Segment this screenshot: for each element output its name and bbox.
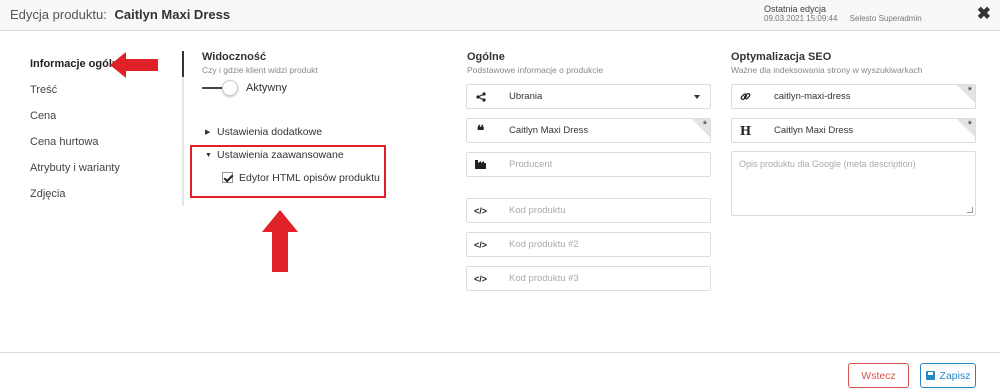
nav-item-content[interactable]: Treść <box>30 84 57 96</box>
annotation-arrow-left-icon <box>110 52 158 78</box>
additional-settings-expander[interactable]: ▶ Ustawienia dodatkowe <box>205 126 322 138</box>
modal-header: Edycja produktu: Caitlyn Maxi Dress Osta… <box>0 0 1000 31</box>
seo-heading-field[interactable]: H Caitlyn Maxi Dress * <box>731 118 976 143</box>
product-code-3-field[interactable]: </> Kod produktu #3 <box>466 266 711 291</box>
resize-handle-icon[interactable] <box>967 207 973 213</box>
seo-slug-field[interactable]: caitlyn-maxi-dress * <box>731 84 976 109</box>
html-editor-option[interactable]: Edytor HTML opisów produktu <box>222 172 380 184</box>
chevron-right-icon: ▶ <box>205 129 211 136</box>
visibility-subtitle: Czy i gdzie klient widzi produkt <box>202 65 318 75</box>
factory-icon <box>467 153 494 176</box>
last-edit-time: 15:09:44 <box>806 14 838 23</box>
nav-item-price[interactable]: Cena <box>30 110 56 122</box>
required-marker: * <box>957 85 975 103</box>
active-toggle-label: Aktywny <box>246 82 287 94</box>
nav-item-wholesale-price[interactable]: Cena hurtowa <box>30 136 99 148</box>
quote-icon: ❝ <box>476 122 485 138</box>
floppy-disk-icon <box>925 371 935 380</box>
title-prefix: Edycja produktu: <box>10 7 107 22</box>
category-select[interactable]: Ubrania <box>466 84 711 109</box>
nav-item-photos[interactable]: Zdjęcia <box>30 188 65 200</box>
code-icon: </> <box>473 239 487 250</box>
heading-icon: H <box>739 123 752 138</box>
save-button[interactable]: Zapisz <box>920 363 976 388</box>
producer-field[interactable]: Producent <box>466 152 711 177</box>
nav-divider <box>182 51 184 206</box>
active-toggle[interactable] <box>202 80 238 96</box>
html-editor-label: Edytor HTML opisów produktu <box>239 172 380 184</box>
product-code-placeholder: Kod produktu <box>509 205 566 216</box>
producer-placeholder: Producent <box>509 159 553 170</box>
advanced-settings-label: Ustawienia zaawansowane <box>217 149 344 161</box>
share-icon <box>467 85 494 108</box>
save-button-label: Zapisz <box>939 369 971 382</box>
product-code-3-placeholder: Kod produktu #3 <box>509 273 579 284</box>
last-edit-label: Ostatnia edycja <box>764 4 827 14</box>
product-code-field[interactable]: </> Kod produktu <box>466 198 711 223</box>
html-editor-checkbox[interactable] <box>222 172 233 183</box>
seo-heading-value: Caitlyn Maxi Dress <box>774 125 854 136</box>
back-button[interactable]: Wstecz <box>848 363 909 388</box>
product-name: Caitlyn Maxi Dress <box>114 7 231 22</box>
chevron-down-icon: ▼ <box>205 152 212 159</box>
last-edit-date: 09.03.2021 <box>764 14 805 23</box>
last-edit-user: Selesto Superadmin <box>849 14 922 23</box>
seo-title: Optymalizacja SEO <box>731 51 832 63</box>
general-subtitle: Podstawowe informacje o produkcie <box>467 65 604 75</box>
meta-description-textarea[interactable]: Opis produktu dla Google (meta descripti… <box>731 151 976 216</box>
required-marker: * <box>692 119 710 137</box>
seo-slug-value: caitlyn-maxi-dress <box>774 91 851 102</box>
category-value: Ubrania <box>509 91 543 102</box>
required-marker: * <box>957 119 975 137</box>
toggle-knob <box>222 80 238 96</box>
last-edit-info: Ostatnia edycja 09.03.2021 15:09:44 Sele… <box>764 4 922 24</box>
product-name-value: Caitlyn Maxi Dress <box>509 125 589 136</box>
meta-description-placeholder: Opis produktu dla Google (meta descripti… <box>739 159 916 169</box>
nav-item-attributes[interactable]: Atrybuty i warianty <box>30 162 120 174</box>
code-icon: </> <box>473 205 487 216</box>
page-title: Edycja produktu: Caitlyn Maxi Dress <box>10 7 230 22</box>
product-code-2-field[interactable]: </> Kod produktu #2 <box>466 232 711 257</box>
link-icon <box>732 85 759 108</box>
seo-subtitle: Ważne dla indeksowania strony w wyszukiw… <box>731 65 923 75</box>
back-button-label: Wstecz <box>861 369 896 382</box>
additional-settings-label: Ustawienia dodatkowe <box>217 126 323 138</box>
close-icon[interactable]: ✖ <box>977 5 991 23</box>
product-code-2-placeholder: Kod produktu #2 <box>509 239 579 250</box>
code-icon: </> <box>473 273 487 284</box>
modal-footer: Wstecz Zapisz <box>0 352 1000 392</box>
general-title: Ogólne <box>467 51 505 63</box>
active-indicator <box>182 51 184 77</box>
chevron-down-icon <box>694 95 700 99</box>
visibility-title: Widoczność <box>202 51 267 63</box>
annotation-arrow-up-icon <box>262 210 298 272</box>
advanced-settings-expander[interactable]: ▼ Ustawienia zaawansowane <box>205 149 344 161</box>
product-name-field[interactable]: ❝ Caitlyn Maxi Dress * <box>466 118 711 143</box>
